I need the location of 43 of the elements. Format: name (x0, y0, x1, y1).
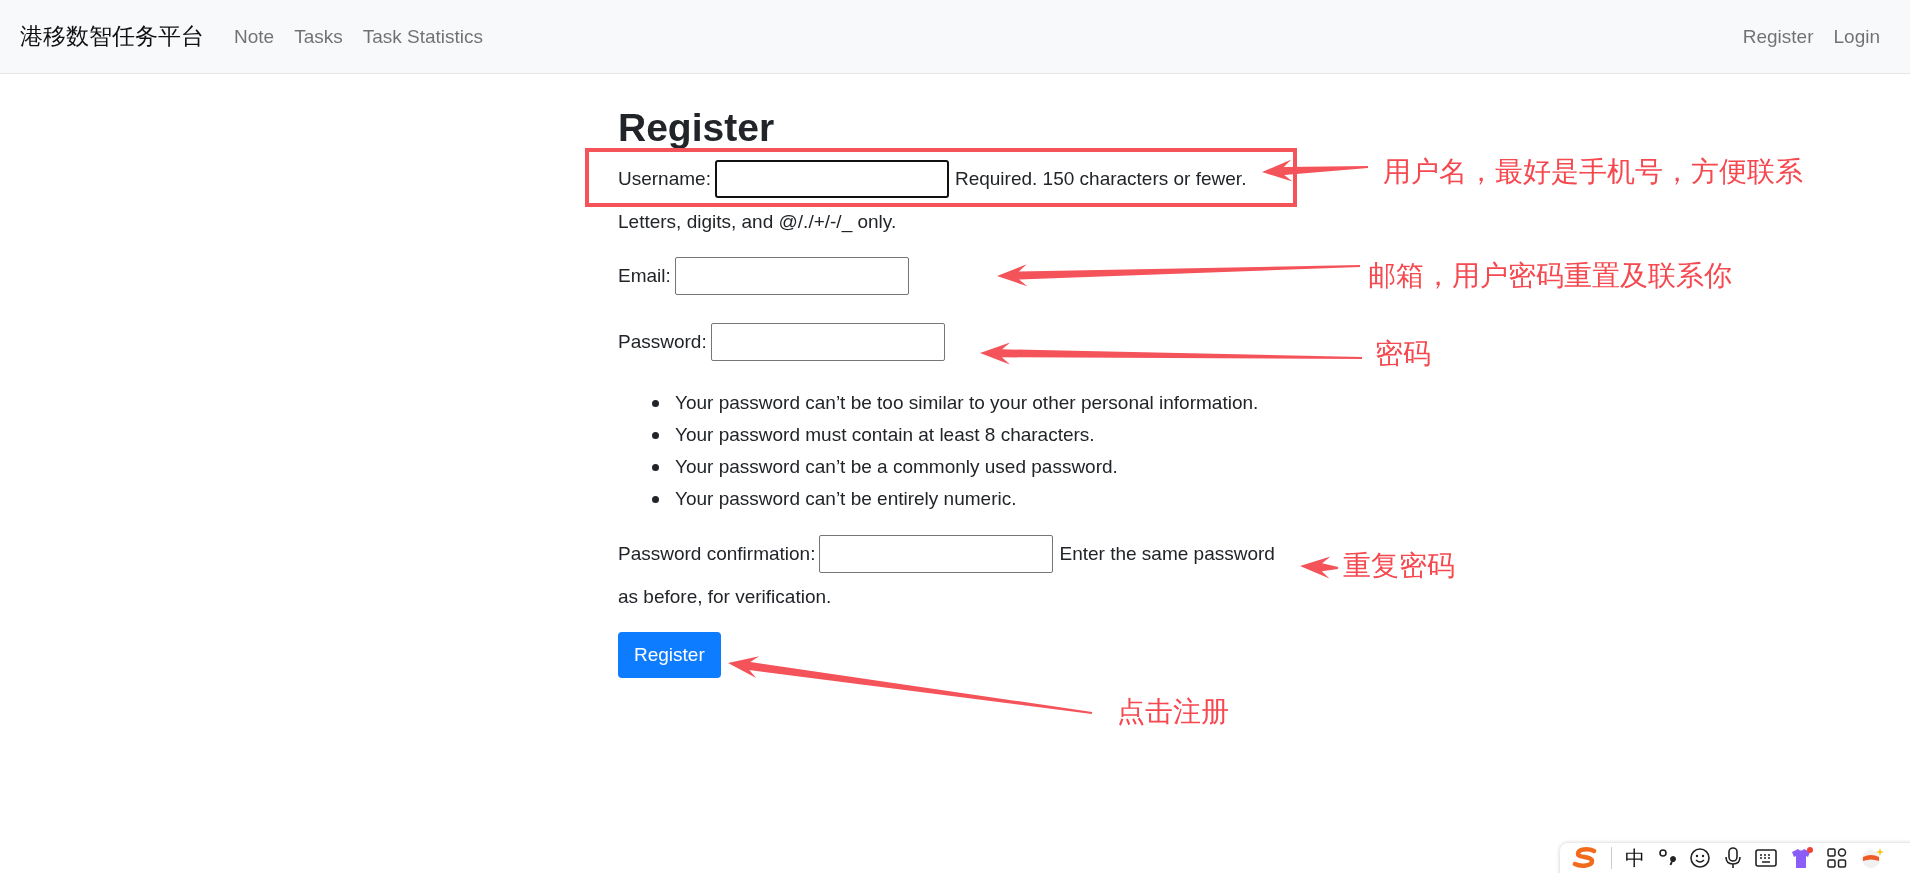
annotation-text: 邮箱，用户密码重置及联系你 (1368, 259, 1732, 293)
bullet-icon (652, 399, 659, 407)
keyboard-icon[interactable] (1755, 848, 1777, 868)
emoji-icon[interactable] (1689, 847, 1711, 869)
input-field[interactable] (819, 534, 1054, 573)
logo-icon[interactable] (1572, 847, 1598, 869)
grid-icon[interactable] (1827, 848, 1847, 868)
help-text: Required. 150 characters or fewer. (954, 167, 1247, 190)
annotation-text: 重复密码 (1343, 549, 1455, 583)
field-label: Email: (618, 264, 671, 287)
nav-link[interactable]: Task Statistics (362, 25, 484, 48)
help-text: as before, for verification. (618, 585, 832, 608)
microphone-icon[interactable] (1724, 847, 1742, 869)
annotation-text: 点击注册 (1117, 695, 1229, 729)
nav-link[interactable]: Note (234, 25, 275, 48)
nav-link[interactable]: Register (1742, 25, 1814, 48)
input-field[interactable] (714, 159, 949, 198)
rule-text: Your password can’t be entirely numeric. (675, 488, 1017, 510)
punctuation-icon[interactable] (1658, 848, 1676, 868)
register-button[interactable]: Register (618, 632, 721, 678)
field-label: Password: (618, 330, 707, 353)
input-field[interactable] (674, 256, 909, 295)
nav-link[interactable]: Tasks (294, 25, 343, 48)
arrow (1300, 556, 1339, 579)
field-label: Username: (618, 167, 711, 190)
help-text: Letters, digits, and @/./+/-/_ only. (618, 210, 897, 233)
input-field[interactable] (710, 322, 945, 361)
bullet-icon (652, 495, 659, 503)
shirt-icon[interactable] (1790, 847, 1814, 869)
field-label: Password confirmation: (618, 542, 816, 565)
input-mode-toggle[interactable]: 中 (1625, 844, 1645, 872)
brand-link[interactable]: 港移数智任务平台 (20, 21, 204, 52)
rule-text: Your password can’t be a commonly used password. (675, 456, 1118, 478)
annotation-text: 密码 (1375, 337, 1431, 371)
help-text: Enter the same password (1059, 542, 1275, 565)
page-title: Register (618, 105, 776, 151)
mascot-icon[interactable] (1860, 847, 1884, 869)
rule-text: Your password can’t be too similar to your other personal information. (675, 392, 1259, 414)
bullet-icon (652, 463, 659, 471)
rule-text: Your password must contain at least 8 characters. (675, 424, 1095, 446)
nav-link[interactable]: Login (1833, 25, 1880, 48)
annotation-text: 用户名，最好是手机号，方便联系 (1383, 155, 1803, 189)
bullet-icon (652, 431, 659, 439)
